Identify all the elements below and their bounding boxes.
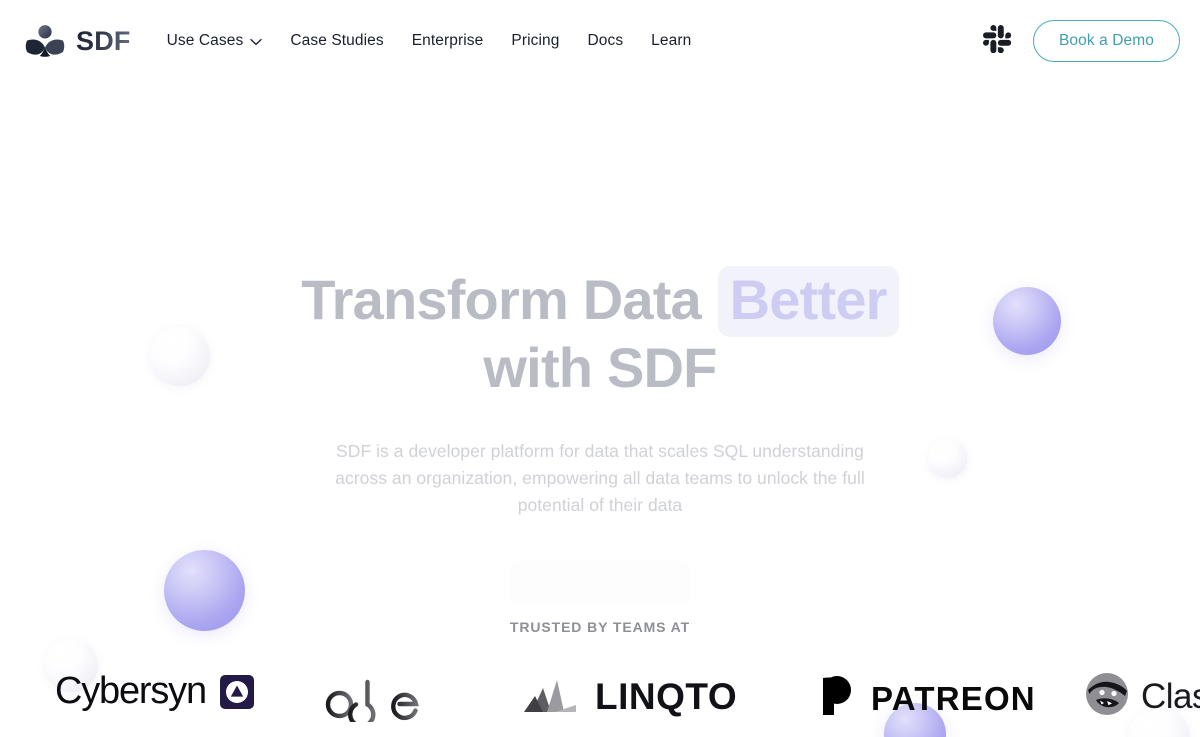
nav-item-label: Enterprise <box>411 32 484 49</box>
trusted-by-logo-strip: Cybersyn LINQTO PATREON Cla <box>0 662 1200 737</box>
nav-item-label: Docs <box>587 32 624 49</box>
classdojo-monster-icon <box>1083 670 1131 723</box>
sdf-person-leaf-logo-icon <box>24 20 66 62</box>
logo-label: PATREON <box>871 679 1036 717</box>
landing-page: SDF Use Cases Case Studies Enterprise Pr… <box>0 0 1200 737</box>
nav-item-label: Use Cases <box>166 32 244 49</box>
trusted-by-label: TRUSTED BY TEAMS AT <box>509 619 691 635</box>
logo-label: LINQTO <box>595 675 738 717</box>
page-title: Transform Data Better with SDF <box>240 266 960 402</box>
nav-item-label: Learn <box>651 32 692 49</box>
patreon-p-icon <box>815 674 859 723</box>
brand-name: SDF <box>76 25 131 56</box>
nav-item-label: Case Studies <box>290 32 384 49</box>
headline-part-2: with SDF <box>483 336 717 399</box>
nav-item-enterprise[interactable]: Enterprise <box>398 26 498 56</box>
nav-item-use-cases[interactable]: Use Cases <box>167 25 277 57</box>
logo-label: Class <box>1141 676 1200 716</box>
linqto-mountain-icon <box>521 674 581 719</box>
logo-linqto[interactable]: LINQTO <box>521 674 737 719</box>
nav-item-learn[interactable]: Learn <box>637 26 705 56</box>
nav-item-case-studies[interactable]: Case Studies <box>276 26 397 56</box>
hero-section: Transform Data Better with SDF SDF is a … <box>0 82 1200 635</box>
hero-subheading: SDF is a developer platform for data tha… <box>335 441 865 515</box>
logo-obie[interactable]: obie <box>323 674 443 729</box>
logo-classdojo[interactable]: Class <box>1083 670 1200 723</box>
chevron-down-icon <box>250 33 263 51</box>
nav-item-label: Pricing <box>511 32 560 49</box>
obie-wordmark-icon <box>323 674 443 729</box>
header-actions: Book a Demo <box>982 20 1180 62</box>
main-navigation: Use Cases Case Studies Enterprise Pricin… <box>167 25 983 57</box>
nav-item-docs[interactable]: Docs <box>573 26 637 56</box>
headline-part-1: Transform Data <box>301 268 716 331</box>
site-header: SDF Use Cases Case Studies Enterprise Pr… <box>0 0 1200 82</box>
cybersyn-triangle-badge-icon <box>219 674 254 709</box>
logo-patreon[interactable]: PATREON <box>815 674 1036 723</box>
hero-cta-placeholder[interactable] <box>509 561 691 605</box>
headline-highlight-better: Better <box>717 266 899 337</box>
book-a-demo-button[interactable]: Book a Demo <box>1032 20 1180 62</box>
brand-logo-link[interactable]: SDF <box>24 20 131 62</box>
logo-label: Cybersyn <box>55 670 207 712</box>
slack-icon[interactable] <box>982 24 1012 58</box>
logo-cybersyn[interactable]: Cybersyn <box>55 670 254 713</box>
nav-item-pricing[interactable]: Pricing <box>497 26 573 56</box>
